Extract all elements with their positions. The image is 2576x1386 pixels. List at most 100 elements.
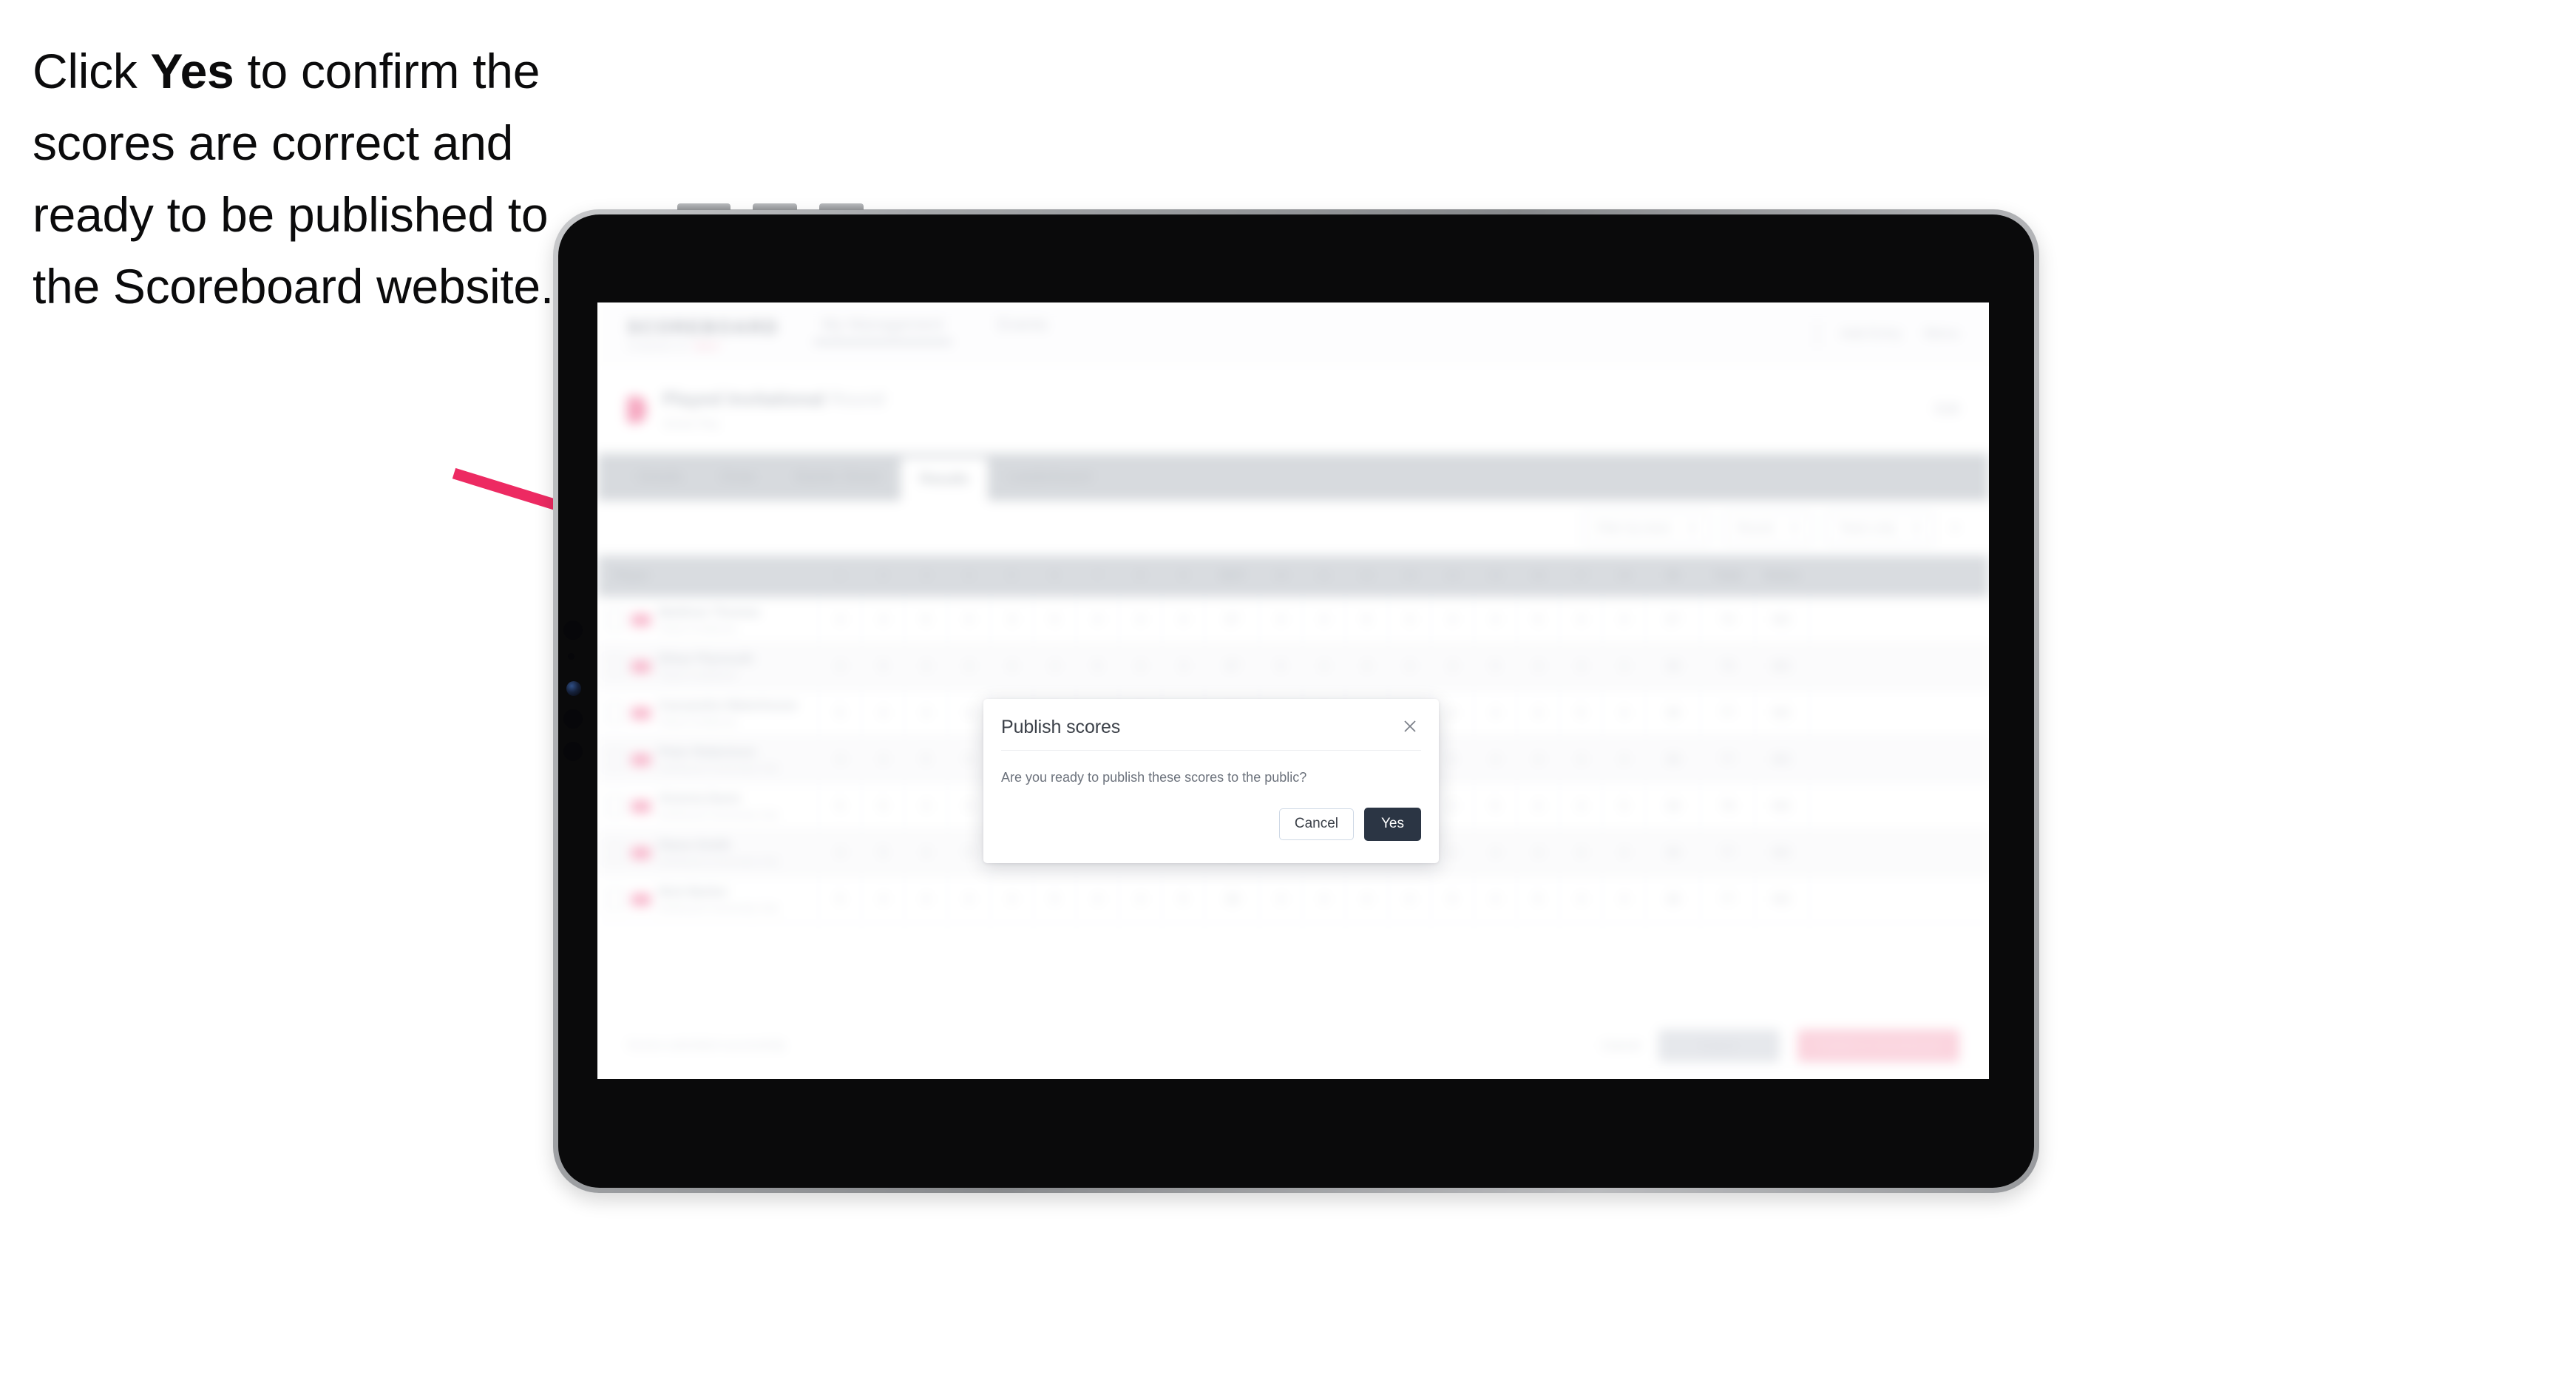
- score-cell[interactable]: 4: [991, 643, 1034, 689]
- score-cell[interactable]: 3: [1389, 597, 1431, 643]
- score-cell[interactable]: MC: [1755, 783, 1810, 829]
- score-cell[interactable]: 4: [819, 737, 862, 782]
- score-cell[interactable]: 74: [1701, 597, 1755, 643]
- score-cell[interactable]: 4: [1303, 876, 1346, 922]
- score-cell[interactable]: 5: [1077, 643, 1119, 689]
- score-cell[interactable]: 4: [1603, 690, 1646, 736]
- score-cell[interactable]: 4: [1603, 597, 1646, 643]
- score-cell[interactable]: 4: [1560, 783, 1603, 829]
- score-cell[interactable]: 4: [1474, 690, 1517, 736]
- score-cell[interactable]: 5: [1034, 597, 1077, 643]
- score-cell[interactable]: MC: [1755, 643, 1810, 689]
- score-cell[interactable]: 4: [905, 830, 948, 876]
- score-cell[interactable]: 4: [991, 876, 1034, 922]
- score-cell[interactable]: 5: [1346, 597, 1389, 643]
- score-cell[interactable]: 4: [1119, 643, 1162, 689]
- score-cell[interactable]: 5: [1474, 643, 1517, 689]
- score-cell[interactable]: 4: [1077, 876, 1119, 922]
- topnav-link-my-management[interactable]: My Management: [813, 315, 952, 354]
- score-cell[interactable]: 4: [1474, 830, 1517, 876]
- clear-filters-icon[interactable]: ×: [1950, 520, 1959, 537]
- score-cell[interactable]: 4: [1517, 643, 1560, 689]
- score-cell[interactable]: 4: [1431, 597, 1474, 643]
- score-cell[interactable]: 4: [1517, 737, 1560, 782]
- score-cell[interactable]: 38: [1646, 737, 1701, 782]
- score-cell[interactable]: 5: [1517, 597, 1560, 643]
- score-cell[interactable]: MC: [1755, 597, 1810, 643]
- score-cell[interactable]: 77: [1701, 876, 1755, 922]
- score-cell[interactable]: 39: [1205, 876, 1260, 922]
- bottom-export-button[interactable]: Export: [1658, 1030, 1780, 1062]
- score-cell[interactable]: 4: [1389, 876, 1431, 922]
- score-cell[interactable]: 4: [819, 597, 862, 643]
- score-cell[interactable]: 4: [1603, 830, 1646, 876]
- score-cell[interactable]: 3: [1162, 643, 1205, 689]
- score-cell[interactable]: MC: [1755, 737, 1810, 782]
- score-cell[interactable]: 4: [948, 876, 991, 922]
- score-cell[interactable]: 4: [905, 876, 948, 922]
- score-cell[interactable]: 5: [862, 643, 905, 689]
- score-cell[interactable]: 38: [1646, 643, 1701, 689]
- score-cell[interactable]: 4: [948, 643, 991, 689]
- topnav-link-events[interactable]: Events: [998, 315, 1048, 354]
- score-cell[interactable]: 3: [991, 597, 1034, 643]
- bottom-cancel-link[interactable]: Cancel: [1601, 1038, 1641, 1053]
- tab-starter-sheet[interactable]: Starter Sheet: [775, 453, 901, 501]
- score-cell[interactable]: 4: [1119, 876, 1162, 922]
- score-cell[interactable]: 75: [1701, 643, 1755, 689]
- row-checkbox[interactable]: [605, 843, 624, 862]
- score-cell[interactable]: 38: [1646, 876, 1701, 922]
- filter-team-select[interactable]: Filter by team: [1582, 512, 1710, 544]
- score-cell[interactable]: 38: [1646, 830, 1701, 876]
- score-cell[interactable]: 78: [1701, 783, 1755, 829]
- row-checkbox[interactable]: [605, 703, 624, 723]
- row-checkbox[interactable]: [605, 610, 624, 629]
- score-cell[interactable]: 4: [1260, 597, 1303, 643]
- score-cell[interactable]: 5: [1517, 876, 1560, 922]
- score-cell[interactable]: 4: [1389, 643, 1431, 689]
- score-cell[interactable]: 37: [1205, 643, 1260, 689]
- score-cell[interactable]: 39: [1646, 783, 1701, 829]
- score-cell[interactable]: 4: [1260, 876, 1303, 922]
- score-cell[interactable]: 4: [1560, 643, 1603, 689]
- score-cell[interactable]: 37: [1646, 597, 1701, 643]
- score-cell[interactable]: 5: [905, 737, 948, 782]
- score-cell[interactable]: 4: [1517, 690, 1560, 736]
- score-cell[interactable]: 5: [1162, 876, 1205, 922]
- score-cell[interactable]: 4: [1077, 597, 1119, 643]
- score-cell[interactable]: MC: [1755, 876, 1810, 922]
- score-cell[interactable]: 4: [1603, 876, 1646, 922]
- score-cell[interactable]: 5: [1474, 783, 1517, 829]
- cancel-button[interactable]: Cancel: [1278, 808, 1354, 840]
- score-cell[interactable]: 4: [1474, 876, 1517, 922]
- score-cell[interactable]: 4: [1603, 643, 1646, 689]
- score-cell[interactable]: 4: [1346, 643, 1389, 689]
- score-cell[interactable]: 4: [905, 783, 948, 829]
- row-checkbox[interactable]: [605, 657, 624, 676]
- score-cell[interactable]: 5: [1260, 643, 1303, 689]
- close-icon[interactable]: [1399, 715, 1421, 737]
- row-checkbox[interactable]: [605, 750, 624, 769]
- filter-round-select[interactable]: Round: [1723, 512, 1812, 544]
- score-cell[interactable]: 4: [948, 597, 991, 643]
- yes-button[interactable]: Yes: [1364, 808, 1421, 841]
- score-cell[interactable]: 5: [862, 830, 905, 876]
- score-cell[interactable]: 4: [1119, 597, 1162, 643]
- topnav-add-entry-button[interactable]: Add Entry: [1840, 326, 1902, 342]
- score-cell[interactable]: 5: [819, 783, 862, 829]
- device-volume-up-button[interactable]: [753, 203, 797, 210]
- score-cell[interactable]: 4: [862, 690, 905, 736]
- score-cell[interactable]: 5: [1603, 783, 1646, 829]
- score-cell[interactable]: 5: [1431, 876, 1474, 922]
- tab-details[interactable]: Details: [618, 453, 702, 501]
- event-edit-button[interactable]: Edit: [1935, 402, 1959, 418]
- score-cell[interactable]: 4: [1560, 876, 1603, 922]
- score-cell[interactable]: 4: [1560, 597, 1603, 643]
- score-cell[interactable]: 4: [1560, 830, 1603, 876]
- score-cell[interactable]: 37: [1205, 597, 1260, 643]
- score-cell[interactable]: 4: [862, 597, 905, 643]
- score-cell[interactable]: 77: [1701, 690, 1755, 736]
- score-cell[interactable]: 4: [1603, 737, 1646, 782]
- table-row[interactable]: Matthew Thomas Played Invitational 4 4 5 4 3 5 4…: [597, 597, 1989, 643]
- score-cell[interactable]: 4: [905, 643, 948, 689]
